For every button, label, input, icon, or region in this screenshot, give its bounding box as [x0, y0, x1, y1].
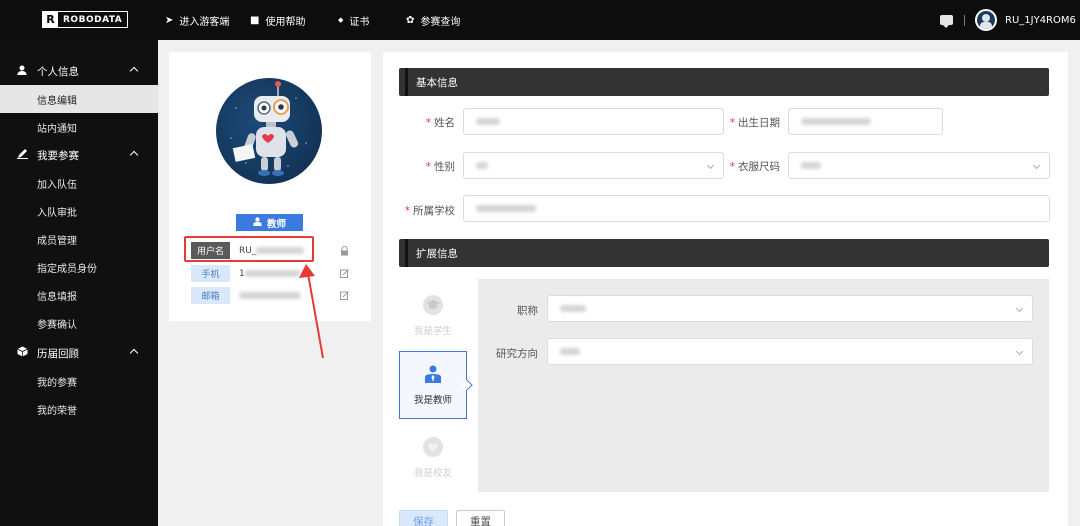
robot-illustration [230, 81, 307, 176]
lock-icon [340, 246, 350, 256]
chevron-up-icon [129, 348, 139, 358]
role-badge-label: 教师 [266, 218, 286, 230]
nav-query-label: 参赛查询 [420, 16, 461, 28]
nav-help[interactable]: ■ 使用帮助 [250, 0, 305, 40]
main-form-panel: 基本信息 * 姓名 * 出生日期 * 性别 * 衣服尺码 * 所属学校 扩展信息 我是学生… [383, 52, 1068, 526]
chevron-down-icon [1015, 304, 1024, 313]
job-title-select[interactable] [547, 295, 1033, 322]
annotation-highlight-box [184, 236, 314, 262]
heart-chat-icon [423, 437, 443, 457]
username[interactable]: RU_1JY4ROM6 [1005, 0, 1076, 40]
user-icon [17, 65, 27, 78]
sidebar-group-history[interactable]: 历届回顾 [0, 339, 158, 367]
role-alumni-label: 我是校友 [413, 468, 452, 479]
phone-value: 1 [239, 269, 300, 279]
teacher-icon [253, 216, 262, 229]
annotation-arrow [299, 264, 324, 359]
avatar[interactable] [975, 9, 997, 31]
gender-select[interactable] [463, 152, 724, 179]
edit-phone-icon[interactable] [340, 269, 350, 279]
nav-certificate[interactable]: ◆ 证书 [338, 0, 369, 40]
role-teacher-label: 我是教师 [413, 395, 452, 406]
sidebar-group-compete[interactable]: 我要参赛 [0, 141, 158, 169]
logo-text: ROBODATA [63, 14, 123, 25]
role-alumni-card[interactable]: 我是校友 [399, 424, 467, 492]
sidebar-item-my-entries[interactable]: 我的参赛 [0, 367, 158, 395]
name-label: * 姓名 [425, 117, 455, 129]
nav-query[interactable]: ✿ 参赛查询 [406, 0, 460, 40]
sidebar-item-my-honors[interactable]: 我的荣誉 [0, 395, 158, 423]
edit-icon [17, 148, 28, 162]
sidebar-group-label: 我要参赛 [37, 149, 79, 162]
top-bar: R ROBODATA ➤ 进入游客端 ■ 使用帮助 ◆ 证书 ✿ 参赛查询 RU… [0, 0, 1080, 40]
sidebar-item-member-role[interactable]: 指定成员身份 [0, 253, 158, 281]
sidebar-item-notifications[interactable]: 站内通知 [0, 113, 158, 141]
email-value [239, 291, 301, 301]
nav-help-label: 使用帮助 [265, 16, 306, 28]
robodata-logo[interactable]: R ROBODATA [42, 11, 129, 28]
robot-avatar-image [216, 78, 322, 184]
sidebar-group-personal[interactable]: 个人信息 [0, 57, 158, 85]
nav-visitor-label: 进入游客端 [179, 16, 230, 28]
role-badge-teacher: 教师 [236, 214, 303, 231]
sidebar-item-info-fill[interactable]: 信息填报 [0, 281, 158, 309]
birthdate-input[interactable] [788, 108, 943, 135]
graduation-cap-icon [423, 295, 443, 315]
profile-card: 教师 用户名 RU_ 手机 1 邮箱 [169, 52, 371, 321]
sidebar-item-join-team[interactable]: 加入队伍 [0, 169, 158, 197]
birthdate-label: * 出生日期 [729, 117, 780, 129]
book-icon: ■ [250, 14, 260, 26]
sidebar-item-members[interactable]: 成员管理 [0, 225, 158, 253]
nav-visitor[interactable]: ➤ 进入游客端 [165, 0, 229, 40]
clothing-size-label: * 衣服尺码 [729, 161, 780, 173]
cube-icon [17, 346, 28, 360]
role-student-card[interactable]: 我是学生 [399, 282, 467, 350]
email-tag: 邮箱 [191, 287, 230, 304]
name-input[interactable] [463, 108, 724, 135]
chevron-up-icon [129, 66, 139, 76]
sidebar-item-approval[interactable]: 入队审批 [0, 197, 158, 225]
sidebar-group-label: 个人信息 [37, 65, 79, 78]
divider [964, 15, 965, 26]
reset-button[interactable]: 重置 [456, 510, 505, 526]
extended-info-header: 扩展信息 [399, 239, 1049, 267]
research-label: 研究方向 [496, 348, 538, 360]
star-icon: ✿ [406, 14, 415, 26]
logo-letter: R [43, 12, 58, 27]
basic-info-header: 基本信息 [399, 68, 1049, 96]
save-button[interactable]: 保存 [399, 510, 448, 526]
extended-fields-area: 职称 研究方向 [478, 279, 1049, 492]
role-teacher-card[interactable]: 我是教师 [399, 351, 467, 419]
clothing-size-select[interactable] [788, 152, 1050, 179]
sidebar-item-info-edit[interactable]: 信息编辑 [0, 85, 158, 113]
phone-tag: 手机 [191, 265, 230, 282]
message-icon[interactable] [940, 15, 953, 28]
sidebar-item-confirm[interactable]: 参赛确认 [0, 309, 158, 337]
job-title-label: 职称 [517, 305, 538, 317]
teacher-icon [423, 364, 443, 384]
edit-email-icon[interactable] [340, 291, 350, 301]
school-label: * 所属学校 [404, 205, 455, 217]
cursor-icon: ➤ [165, 14, 174, 26]
chevron-up-icon [129, 150, 139, 160]
research-select[interactable] [547, 338, 1033, 365]
sidebar: 个人信息 信息编辑 站内通知 我要参赛 加入队伍 入队审批 成员管理 指定成员身… [0, 40, 158, 526]
chevron-down-icon [706, 161, 715, 170]
chevron-down-icon [1015, 347, 1024, 356]
chevron-down-icon [1032, 161, 1041, 170]
sidebar-group-label: 历届回顾 [37, 347, 79, 360]
school-input[interactable] [463, 195, 1050, 222]
gender-label: * 性别 [425, 161, 455, 173]
diamond-icon: ◆ [338, 16, 344, 24]
nav-certificate-label: 证书 [349, 16, 370, 28]
role-student-label: 我是学生 [413, 326, 452, 337]
